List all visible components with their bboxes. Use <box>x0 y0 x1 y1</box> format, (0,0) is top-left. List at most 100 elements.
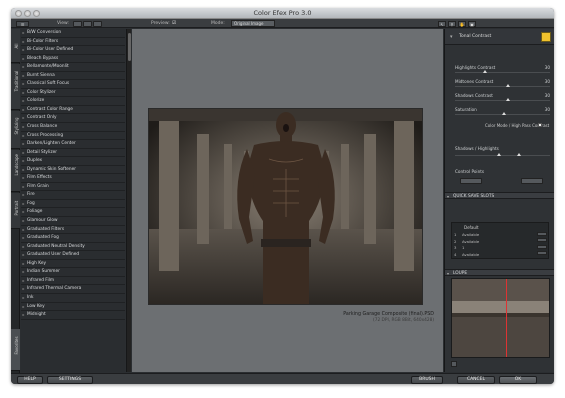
filter-list-item[interactable]: Film Grain <box>21 183 125 192</box>
zoom-tool-icon[interactable]: ⚲ <box>448 20 456 27</box>
mode-select[interactable]: Original Image <box>231 20 275 27</box>
tab-portrait[interactable]: Portrait <box>11 193 20 229</box>
brush-button[interactable]: BRUSH <box>411 376 443 384</box>
filter-color-swatch-icon[interactable] <box>541 32 551 42</box>
slot-number: 4 <box>454 251 457 257</box>
slider-track[interactable] <box>455 86 550 87</box>
filter-list-item[interactable]: B/W Conversion <box>21 29 125 38</box>
filter-list-item[interactable]: Bi-Color User Defined <box>21 46 125 55</box>
slot-number: 2 <box>454 238 457 244</box>
preview-image[interactable] <box>148 108 423 305</box>
filter-list-item[interactable]: Graduated Filters <box>21 226 125 235</box>
zoom-fit-icon[interactable]: ▣ <box>468 20 476 27</box>
tab-favorites[interactable]: Favorites <box>11 329 20 371</box>
tab-stylizing[interactable]: Stylizing <box>11 111 20 149</box>
filter-list-item[interactable]: Bi-Color Filters <box>21 38 125 47</box>
filter-list-item[interactable]: Bellamonte/Moonlit <box>21 63 125 72</box>
slider-track[interactable] <box>455 72 550 73</box>
slider-track[interactable] <box>455 100 550 101</box>
filter-list-item[interactable]: Contrast Color Range <box>21 106 125 115</box>
highlights-knob[interactable] <box>517 152 521 156</box>
filter-list-item[interactable]: Film Effects <box>21 174 125 183</box>
window-title: Color Efex Pro 3.0 <box>253 9 312 17</box>
ok-button[interactable]: OK <box>499 376 537 384</box>
scrollbar-thumb[interactable] <box>128 33 131 61</box>
view-split-button[interactable] <box>83 20 92 27</box>
tab-traditional[interactable]: Traditional <box>11 64 20 110</box>
mode-label: Mode: <box>211 20 225 26</box>
tab-all[interactable]: All <box>11 29 20 63</box>
filter-list-item[interactable]: Color Stylizer <box>21 89 125 98</box>
filter-list-item[interactable]: Duplex <box>21 157 125 166</box>
loupe-pin-button[interactable] <box>451 361 457 367</box>
filter-controls-panel: ▾ Tonal Contrast Highlights Contrast 30 Mi… <box>444 29 554 372</box>
filter-list-item[interactable]: Glamour Glow <box>21 217 125 226</box>
loupe-image-graphic <box>452 279 549 357</box>
slot-save-button[interactable] <box>537 244 547 249</box>
hand-tool-icon[interactable]: ✋ <box>458 20 466 27</box>
tab-landscape[interactable]: Landscape <box>11 150 20 192</box>
slider-knob[interactable] <box>501 111 506 115</box>
slider-value[interactable]: 30 <box>545 65 550 70</box>
settings-button[interactable]: SETTINGS <box>47 376 93 384</box>
filter-list-item[interactable]: Burnt Sienna <box>21 72 125 81</box>
preview-area: Parking Garage Composite (final).PSD (72… <box>132 29 443 372</box>
slider-value[interactable]: 30 <box>545 79 550 84</box>
slot-save-button[interactable] <box>537 251 547 255</box>
add-control-point-button[interactable] <box>460 178 482 184</box>
preview-checkbox[interactable]: ☑ <box>172 21 176 26</box>
filter-list-item[interactable]: High Key <box>21 260 125 269</box>
view-side-by-side-button[interactable] <box>93 20 102 27</box>
slider-knob[interactable] <box>506 83 511 87</box>
filter-list-item[interactable]: Ink <box>21 294 125 303</box>
loupe-header[interactable]: ▾ LOUPE <box>445 269 554 276</box>
quick-save-header[interactable]: ▾ QUICK SAVE SLOTS <box>445 192 554 199</box>
filter-list-scrollbar[interactable] <box>126 29 131 372</box>
category-tabs: All Traditional Stylizing Landscape Port… <box>11 29 20 374</box>
filter-list-item[interactable]: Graduated User Defined <box>21 251 125 260</box>
high-pass-checkbox[interactable] <box>538 123 542 127</box>
filter-list-item[interactable]: Classical Soft Focus <box>21 80 125 89</box>
slot-save-button[interactable] <box>537 231 547 236</box>
filter-header: ▾ Tonal Contrast <box>445 29 554 45</box>
expand-triangle-icon: ▾ <box>447 194 450 199</box>
help-button[interactable]: HELP <box>17 376 43 384</box>
filter-list-item[interactable]: Low Key <box>21 303 125 312</box>
filter-list-item[interactable]: Foliage <box>21 208 125 218</box>
filter-list-item[interactable]: Colorize <box>21 97 125 106</box>
shadows-highlights-track[interactable] <box>455 155 550 156</box>
filter-list-item[interactable]: Dynamic Skin Softener <box>21 166 125 175</box>
filter-list-item[interactable]: Contrast Only <box>21 114 125 124</box>
view-single-button[interactable] <box>73 20 82 27</box>
cancel-button[interactable]: CANCEL <box>457 376 495 384</box>
slot-save-button[interactable] <box>537 238 547 242</box>
filter-list-item[interactable]: Graduated Neutral Density <box>21 243 125 252</box>
filter-list-item[interactable]: Detail Stylizer <box>21 149 125 158</box>
filter-list-item[interactable]: Darken/Lighten Center <box>21 140 125 149</box>
slider-knob[interactable] <box>506 97 511 101</box>
collapse-triangle-icon[interactable]: ▾ <box>450 34 453 40</box>
filter-list-item[interactable]: Bleach Bypass <box>21 55 125 64</box>
filter-list-item[interactable]: Cross Balance <box>21 123 125 132</box>
arrow-tool-icon[interactable]: ↖ <box>438 20 446 27</box>
image-filename: Parking Garage Composite (final).PSD <box>343 312 434 317</box>
filter-list-item[interactable]: Cross Processing <box>21 132 125 141</box>
filter-list-item[interactable]: Fog <box>21 200 125 209</box>
slider-value[interactable]: 30 <box>545 107 550 112</box>
slider-value[interactable]: 30 <box>545 93 550 98</box>
loupe-view[interactable] <box>451 278 550 358</box>
filter-list-item[interactable]: Midnight <box>21 311 125 320</box>
loupe-split-line[interactable] <box>506 279 507 357</box>
slider-knob[interactable] <box>482 69 487 73</box>
remove-control-point-button[interactable] <box>521 178 543 184</box>
filter-list-item[interactable]: Infrared Thermal Camera <box>21 285 125 294</box>
filter-list-item[interactable]: Indian Summer <box>21 268 125 277</box>
filter-list-item[interactable]: Fire <box>21 191 125 200</box>
filter-list: B/W ConversionBi-Color FiltersBi-Color U… <box>21 29 125 372</box>
image-caption: Parking Garage Composite (final).PSD (72… <box>343 312 434 323</box>
shadows-highlights-label: Shadows / Highlights <box>455 146 499 151</box>
high-pass-checkbox-row[interactable]: Color Mode / High Pass Contrast <box>485 123 549 128</box>
filter-list-item[interactable]: Graduated Fog <box>21 234 125 243</box>
filter-list-item[interactable]: Infrared Film <box>21 277 125 286</box>
shadows-knob[interactable] <box>497 152 501 156</box>
